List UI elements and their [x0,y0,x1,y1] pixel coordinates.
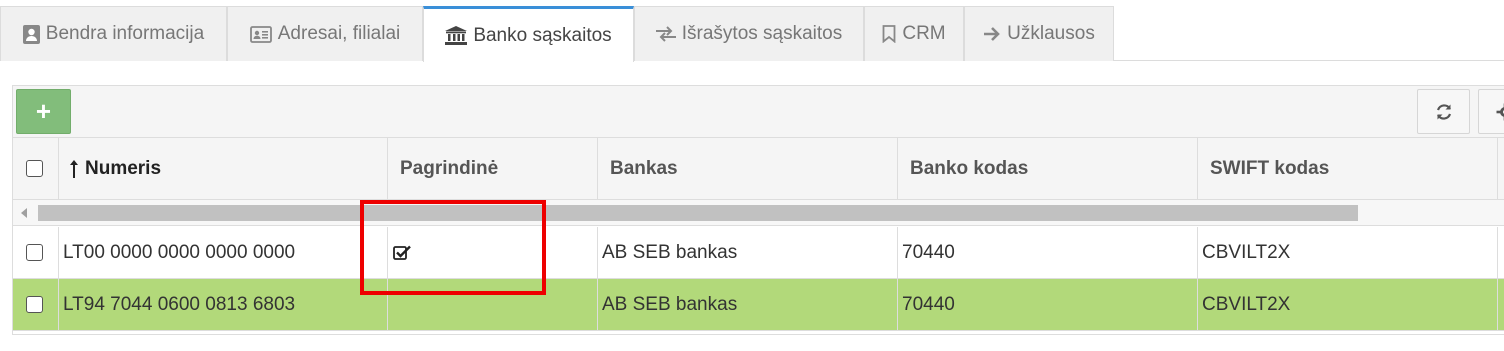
gear-icon [1496,103,1504,120]
column-label: SWIFT kodas [1210,157,1330,179]
tab-label: Užklausos [1007,23,1095,44]
tab-banko-saskaitos[interactable]: Banko sąskaitos [423,6,634,62]
tab-bendra-informacija[interactable]: Bendra informacija [0,6,227,61]
column-label: Bankas [610,157,678,179]
sort-ascending-icon [70,159,78,178]
refresh-button[interactable] [1417,89,1470,134]
column-header-banko-kodas[interactable]: Banko kodas [898,138,1198,199]
column-header-swift[interactable]: SWIFT kodas [1198,138,1498,199]
tab-bar: Bendra informacija Adresai, filialai Ban… [0,6,1504,62]
tab-label: Išrašytos sąskaitos [681,23,843,44]
tab-label: CRM [902,23,946,44]
column-header-bankas[interactable]: Bankas [598,138,898,199]
bookmark-icon [882,25,896,43]
exchange-arrows-icon [655,26,676,42]
contact-card-icon [22,24,40,44]
row-checkbox[interactable] [26,244,43,261]
column-header-pagrindine[interactable]: Pagrindinė [388,138,598,199]
row-checkbox[interactable] [26,296,43,313]
table-row[interactable]: LT00 0000 0000 0000 0000 AB SEB bankas 7… [13,227,1504,279]
tab-adresai-filialai[interactable]: Adresai, filialai [227,6,423,61]
column-header-numeris[interactable]: Numeris [59,138,388,199]
add-button[interactable]: + [16,89,71,134]
row-checkbox-cell [13,227,59,278]
bank-accounts-panel: + Numeris Pagrindinė Bankas Banko kodas … [12,85,1504,335]
tab-israsytos-saskaitos[interactable]: Išrašytos sąskaitos [634,6,864,61]
refresh-icon [1436,103,1451,120]
address-card-icon [249,25,272,43]
grid-header-row: Numeris Pagrindinė Bankas Banko kodas SW… [13,138,1504,200]
cell-swift: CBVILT2X [1198,279,1498,330]
tab-label: Banko sąskaitos [473,24,612,46]
cell-banko-kodas: 70440 [898,279,1198,330]
horizontal-scrollbar[interactable] [13,200,1504,226]
bank-icon [445,26,468,45]
cell-bankas: AB SEB bankas [598,279,898,330]
column-label: Banko kodas [910,157,1029,179]
cell-numeris: LT94 7044 0600 0813 6803 [59,279,388,330]
grid-toolbar: + [13,86,1504,138]
table-row[interactable]: LT94 7044 0600 0813 6803 AB SEB bankas 7… [13,279,1504,331]
column-label: Numeris [85,157,162,179]
arrow-right-icon [984,27,1001,41]
tab-label: Adresai, filialai [277,23,401,44]
cell-bankas: AB SEB bankas [598,227,898,278]
row-checkbox-cell [13,279,59,330]
scroll-left-arrow-icon[interactable] [21,208,27,218]
scrollbar-thumb[interactable] [38,205,1358,221]
highlight-annotation-box [360,200,546,295]
tab-crm[interactable]: CRM [864,6,964,61]
tab-label: Bendra informacija [45,23,205,44]
cell-banko-kodas: 70440 [898,227,1198,278]
select-all-cell [13,138,59,199]
settings-button[interactable] [1478,89,1504,134]
tab-uzklausos[interactable]: Užklausos [964,6,1114,61]
select-all-checkbox[interactable] [26,160,43,177]
cell-swift: CBVILT2X [1198,227,1498,278]
column-label: Pagrindinė [400,157,499,179]
cell-numeris: LT00 0000 0000 0000 0000 [59,227,388,278]
